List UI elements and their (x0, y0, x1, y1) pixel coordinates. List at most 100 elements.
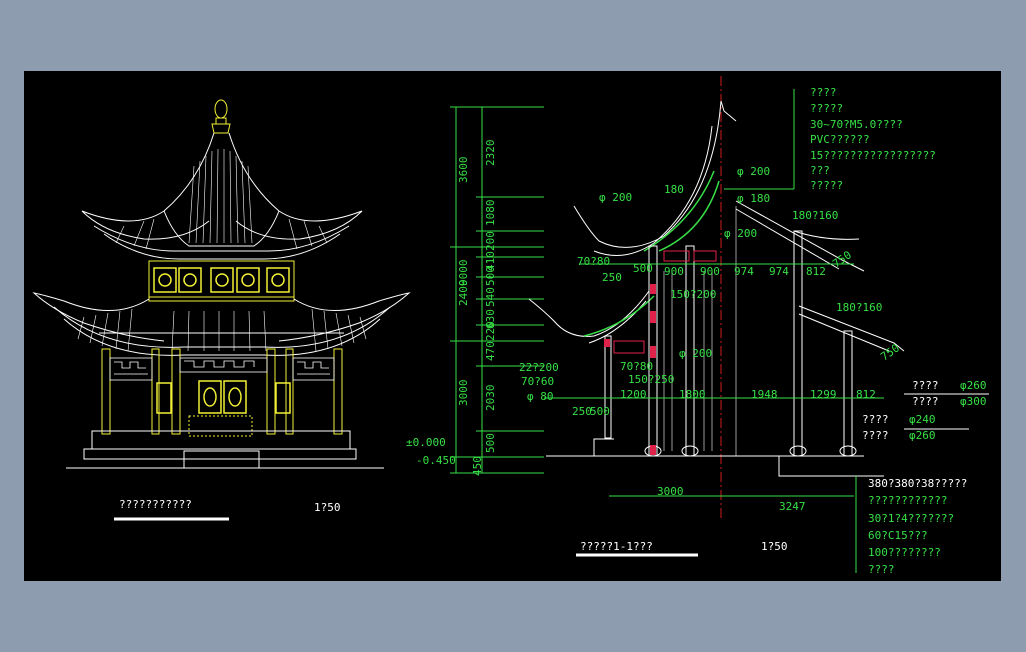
lower-rafters (583, 295, 655, 337)
found-note-0: 380?380?38????? (868, 477, 967, 490)
roof-note-4: 15????????????????? (810, 149, 936, 162)
upper-roof (81, 132, 363, 260)
found-note-2: 30?1?4??????? (868, 512, 954, 525)
member-12: 150?250 (628, 373, 674, 386)
dim-inner-h: 220 (484, 321, 497, 341)
dim-up-4: 974 (769, 265, 789, 278)
member-8: 150?200 (670, 288, 716, 301)
dim-outer-b: 2400 (457, 280, 470, 307)
dim-inner-e: 500 (484, 266, 497, 286)
member-2: φ 200 (737, 165, 770, 178)
col-note-2-text: ???? (862, 413, 889, 426)
dim-low-4: 1948 (751, 388, 778, 401)
lower-roof (32, 292, 411, 356)
member-3: φ 180 (737, 192, 770, 205)
finial (211, 99, 231, 134)
pavilion-section: 3600 9000 2400 3000 450 2320 1080 200 41… (406, 76, 989, 576)
elevation-title: ??????????? (119, 498, 192, 511)
lattice-panels (109, 357, 335, 381)
ground-storey (101, 348, 343, 437)
column-notes: ???? φ260 ???? φ300 ???? φ240 ???? φ260 (862, 379, 989, 442)
dim-up-3: 974 (734, 265, 754, 278)
dim-low-2: 1200 (620, 388, 647, 401)
dim-inner-a: 2320 (484, 140, 497, 167)
door-panel (188, 415, 253, 437)
roof-note-2: 30~70?M5.0???? (810, 118, 903, 131)
member-6: 750 (830, 248, 854, 270)
member-1: 180 (664, 183, 684, 196)
member-9: 180?160 (836, 301, 882, 314)
pavilion-elevation: ??????????? 1?50 (32, 99, 411, 521)
col-note-1-text: ???? (912, 395, 939, 408)
col-note-2-dim: φ240 (909, 413, 936, 426)
dim-up-5: 812 (806, 265, 826, 278)
member-11: 70?80 (620, 360, 653, 373)
foundation-notes: 380?380?38????? ???????????? 30?1?4?????… (855, 476, 967, 576)
dim-outer-d: 450 (471, 456, 484, 476)
bottom-dims: 3000 3247 (609, 485, 854, 513)
cad-canvas: ??????????? 1?50 3600 9000 2400 3000 450… (32, 76, 989, 576)
dim-inner-k: 500 (484, 433, 497, 453)
member-16: φ 80 (527, 390, 554, 403)
dim-inner-c: 200 (484, 231, 497, 251)
member-15: 70?60 (521, 375, 554, 388)
member-labels: φ 200 180 φ 200 φ 180 φ 200 180?160 750 … (519, 165, 902, 403)
elevation-scale: 1?50 (314, 501, 341, 514)
dim-inner-j: 2030 (484, 385, 497, 412)
section-title: ?????1-1??? (580, 540, 653, 553)
level-zero: ±0.000 (406, 436, 446, 449)
found-note-1: ???????????? (868, 494, 947, 507)
col-note-3-text: ???? (862, 429, 889, 442)
section-ground (546, 438, 884, 477)
dim-inner-f: 540 (484, 287, 497, 307)
found-note-5: ???? (868, 563, 895, 576)
roof-note-3: PVC?????? (810, 133, 870, 146)
vertical-dim-text: 3600 9000 2400 3000 450 2320 1080 200 41… (457, 140, 497, 477)
found-note-4: 100???????? (868, 546, 941, 559)
dim-up-2: 900 (700, 265, 720, 278)
platform (66, 430, 384, 469)
column-bases (644, 445, 857, 457)
dim-low-5: 1299 (810, 388, 837, 401)
dim-up-1: 900 (664, 265, 684, 278)
member-5: 180?160 (792, 209, 838, 222)
upper-roof-tiles (115, 148, 328, 250)
dim-bottom-1: 3247 (779, 500, 806, 513)
upper-windows (153, 267, 290, 293)
dim-outer-a: 3600 (457, 157, 470, 184)
dim-inner-i: 470 (484, 341, 497, 361)
member-14: 22?200 (519, 361, 559, 374)
roof-note-0: ???? (810, 86, 837, 99)
roof-note-1: ????? (810, 102, 843, 115)
col-note-1-dim: φ300 (960, 395, 987, 408)
lower-roof-section (528, 290, 905, 352)
section-scale: 1?50 (761, 540, 788, 553)
member-7: 70?80 (577, 255, 610, 268)
dim-low-3: 1800 (679, 388, 706, 401)
col-note-0-text: ???? (912, 379, 939, 392)
col-note-0-dim: φ260 (960, 379, 987, 392)
inner-grid (663, 206, 737, 456)
dim-low-1: 500 (590, 405, 610, 418)
member-0: φ 200 (599, 191, 632, 204)
lower-dim-row: 250 500 1200 1800 1948 1299 812 (544, 388, 884, 418)
member-10: 750 (878, 341, 902, 363)
upper-dim-row: 500 900 900 974 974 812 250 (579, 262, 854, 284)
col-note-3-dim: φ260 (909, 429, 936, 442)
dim-bottom-0: 3000 (657, 485, 684, 498)
upper-storey (148, 260, 295, 302)
level-minus: -0.450 (416, 454, 456, 467)
lower-roof-tiles (77, 308, 367, 352)
member-13: φ 200 (679, 347, 712, 360)
dim-up-0: 500 (633, 262, 653, 275)
dim-outer-c: 3000 (457, 380, 470, 407)
dim-up-6: 250 (602, 271, 622, 284)
lower-windows (156, 380, 291, 414)
found-note-3: 60?C15??? (868, 529, 928, 542)
member-4: φ 200 (724, 227, 757, 240)
cad-drawing-sheet: ??????????? 1?50 3600 9000 2400 3000 450… (24, 71, 1001, 581)
dim-low-6: 812 (856, 388, 876, 401)
dim-low-0: 250 (572, 405, 592, 418)
roof-note-6: ????? (810, 179, 843, 192)
dim-inner-b: 1080 (484, 200, 497, 227)
